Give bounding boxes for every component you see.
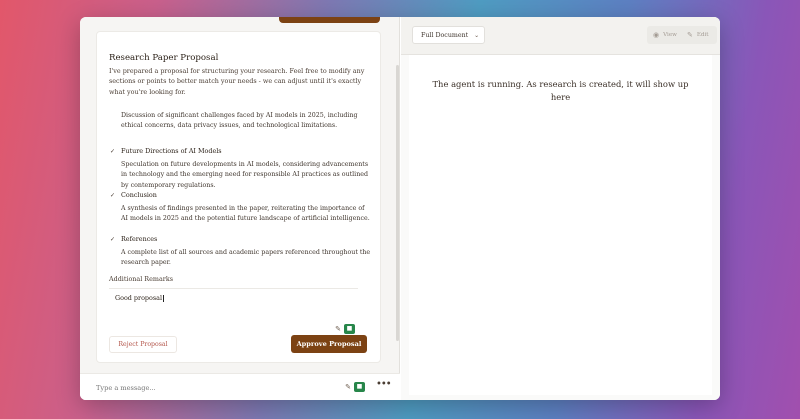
approve-proposal-button[interactable]: Approve Proposal (291, 335, 367, 353)
document-area: The agent is running. As research is cre… (409, 55, 712, 395)
check-icon[interactable]: ✓ (109, 148, 116, 155)
remarks-label: Additional Remarks (109, 275, 173, 283)
app-window: Research Paper Proposal I've prepared a … (80, 17, 720, 400)
camera-icon[interactable]: ■ (344, 324, 355, 334)
document-pane: Full Document ⌄ ◉ View ✎ Edit The agent … (401, 17, 720, 400)
proposal-card: Research Paper Proposal I've prepared a … (96, 31, 381, 363)
edit-button[interactable]: Edit (697, 32, 709, 38)
agent-status-message: The agent is running. As research is cre… (432, 79, 689, 102)
remarks-input[interactable]: Good proposal ✎ ■ (109, 288, 358, 338)
remarks-value: Good proposal (115, 294, 162, 302)
brush-icon[interactable]: ✎ (334, 325, 342, 333)
section-heading: References (121, 235, 158, 243)
chat-tools: ✎ ■ (344, 382, 365, 392)
section-heading: Conclusion (121, 191, 157, 199)
check-icon[interactable]: ✓ (109, 236, 116, 243)
section-item-future-directions[interactable]: ✓ Future Directions of AI Models (109, 147, 222, 155)
section-heading: Future Directions of AI Models (121, 147, 222, 155)
chat-pane: Research Paper Proposal I've prepared a … (80, 17, 400, 400)
section-description: Discussion of significant challenges fac… (121, 112, 358, 130)
document-view-select[interactable]: Full Document ⌄ (412, 26, 485, 44)
more-options-icon[interactable]: ••• (376, 379, 392, 390)
brush-icon[interactable]: ✎ (344, 383, 352, 391)
section-item-conclusion[interactable]: ✓ Conclusion (109, 191, 157, 199)
section-item-references[interactable]: ✓ References (109, 235, 157, 243)
view-button[interactable]: View (663, 32, 677, 38)
chat-message-input[interactable] (96, 384, 296, 392)
proposal-intro: I've prepared a proposal for structuring… (109, 67, 365, 96)
camera-icon[interactable]: ■ (354, 382, 365, 392)
section-description: Speculation on future developments in AI… (121, 161, 369, 189)
pencil-icon[interactable]: ✎ (687, 31, 693, 39)
check-icon[interactable]: ✓ (109, 192, 116, 199)
eye-icon[interactable]: ◉ (653, 31, 659, 39)
scrollbar[interactable] (396, 65, 399, 341)
proposal-title: Research Paper Proposal (109, 53, 219, 63)
reject-proposal-button[interactable]: Reject Proposal (109, 336, 177, 353)
previous-approve-button[interactable] (279, 17, 380, 23)
chevron-down-icon: ⌄ (474, 31, 480, 39)
view-edit-toggle: ◉ View ✎ Edit (647, 26, 717, 44)
section-description: A synthesis of findings presented in the… (121, 205, 370, 223)
section-description: A complete list of all sources and acade… (121, 249, 371, 267)
chat-input-bar: ✎ ■ ••• (80, 373, 400, 400)
text-caret (163, 294, 164, 302)
document-view-value: Full Document (421, 31, 469, 39)
document-toolbar: Full Document ⌄ ◉ View ✎ Edit (401, 17, 720, 55)
remarks-tools: ✎ ■ (334, 324, 355, 334)
